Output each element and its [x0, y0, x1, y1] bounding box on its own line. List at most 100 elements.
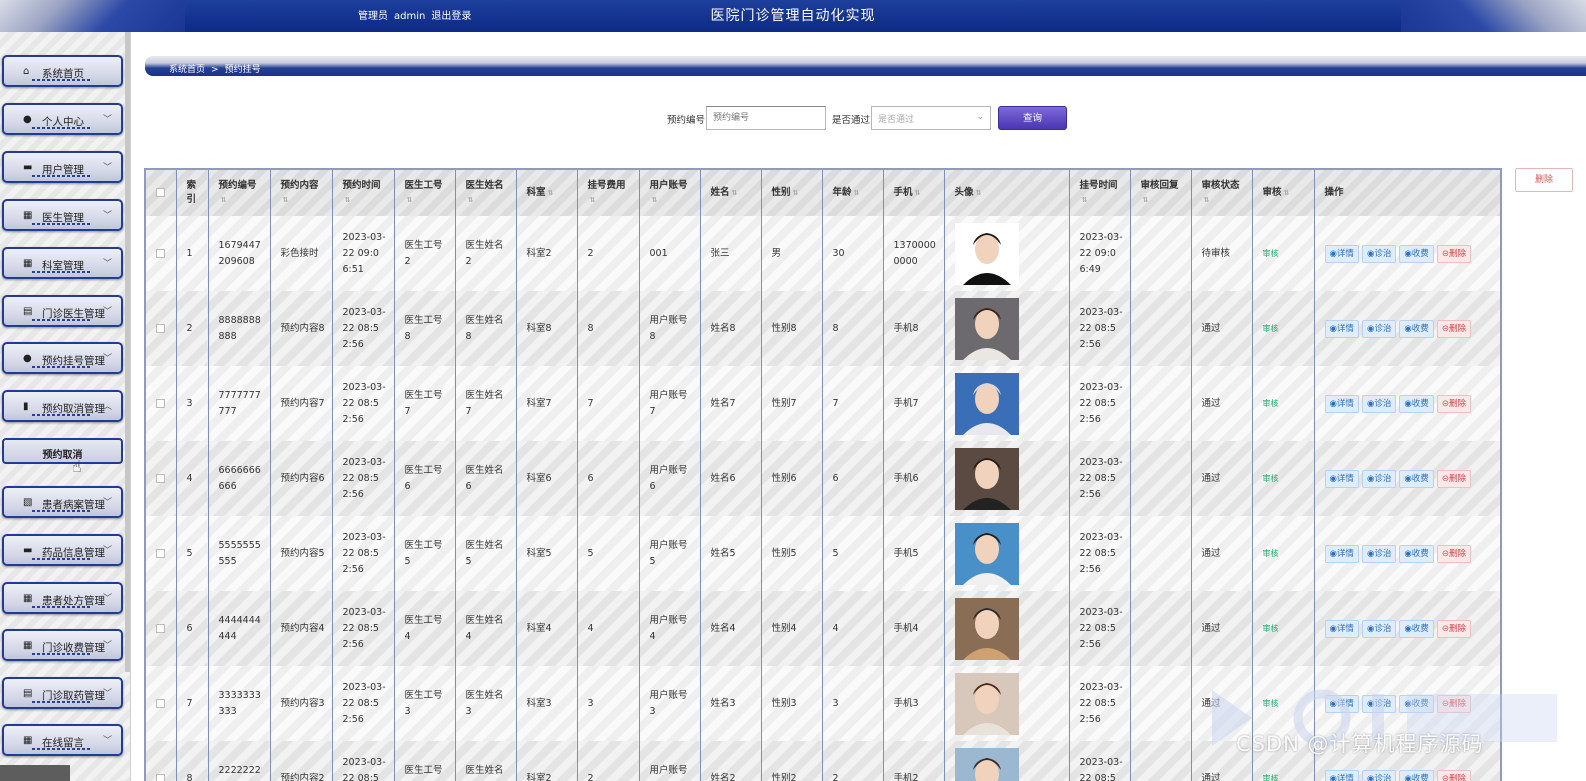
cell-audit[interactable]: 审核: [1252, 441, 1315, 516]
cell-audit[interactable]: 审核: [1252, 216, 1315, 291]
cell-audit[interactable]: 审核: [1252, 366, 1315, 441]
column-header[interactable]: 性别 ⇅: [761, 170, 823, 216]
charge-button[interactable]: ◉收费: [1399, 619, 1434, 638]
cell-audit[interactable]: 审核: [1252, 291, 1315, 366]
treat-button[interactable]: ◉诊治: [1361, 244, 1397, 263]
cell-audit[interactable]: 审核: [1252, 591, 1315, 666]
column-header[interactable]: 审核 ⇅: [1252, 170, 1315, 216]
sort-icon[interactable]: ⇅: [1143, 196, 1149, 204]
column-header[interactable]: 预约内容 ⇅: [270, 170, 333, 216]
treat-button[interactable]: ◉诊治: [1361, 319, 1397, 338]
charge-button[interactable]: ◉收费: [1399, 769, 1434, 781]
column-header[interactable]: 头像 ⇅: [944, 170, 1070, 216]
charge-button[interactable]: ◉收费: [1399, 244, 1434, 263]
sidebar-item[interactable]: ▦ 门诊收费管理 ﹀: [2, 629, 123, 661]
treat-button[interactable]: ◉诊治: [1361, 769, 1397, 781]
sort-icon[interactable]: ⇅: [221, 196, 227, 204]
menu-decoration: [32, 606, 92, 608]
delete-button[interactable]: ⊝删除: [1436, 244, 1471, 263]
sort-icon[interactable]: ⇅: [793, 189, 799, 197]
column-header[interactable]: 科室 ⇅: [516, 170, 578, 216]
sidebar-item[interactable]: ▦ 医生管理 ﹀: [2, 199, 123, 231]
row-checkbox[interactable]: [146, 591, 177, 666]
column-header[interactable]: 医生工号 ⇅: [394, 170, 456, 216]
sidebar-item[interactable]: ▬ 药品信息管理 ﹀: [2, 534, 123, 566]
sort-icon[interactable]: ⇅: [283, 196, 289, 204]
column-header[interactable]: 审核状态 ⇅: [1191, 170, 1253, 216]
detail-button[interactable]: ◉详情: [1324, 769, 1359, 781]
row-checkbox[interactable]: [146, 216, 177, 291]
detail-button[interactable]: ◉详情: [1324, 319, 1359, 338]
sort-icon[interactable]: ⇅: [548, 189, 554, 197]
column-header[interactable]: 预约编号 ⇅: [208, 170, 271, 216]
sidebar-item[interactable]: ● 预约挂号管理 ﹀: [2, 342, 123, 374]
row-checkbox[interactable]: [146, 516, 177, 591]
delete-button[interactable]: ⊝删除: [1436, 544, 1471, 563]
cell-time: 2023-03-22 08:52:56: [332, 741, 395, 781]
delete-button[interactable]: ⊝删除: [1436, 619, 1471, 638]
batch-delete-button[interactable]: 删除: [1515, 168, 1573, 192]
cell-audit[interactable]: 审核: [1252, 516, 1315, 591]
detail-button[interactable]: ◉详情: [1324, 619, 1359, 638]
sort-icon[interactable]: ⇅: [407, 196, 413, 204]
charge-button[interactable]: ◉收费: [1399, 319, 1434, 338]
detail-button[interactable]: ◉详情: [1324, 394, 1359, 413]
charge-button[interactable]: ◉收费: [1399, 544, 1434, 563]
column-header[interactable]: 审核回复 ⇅: [1130, 170, 1192, 216]
charge-button[interactable]: ◉收费: [1399, 469, 1434, 488]
charge-button[interactable]: ◉收费: [1399, 394, 1434, 413]
delete-button[interactable]: ⊝删除: [1436, 469, 1471, 488]
sidebar-item[interactable]: ▧ 患者病案管理 ﹀: [2, 486, 123, 518]
detail-button[interactable]: ◉详情: [1324, 244, 1359, 263]
eye-icon: ◉: [1404, 248, 1412, 259]
treat-button[interactable]: ◉诊治: [1361, 544, 1397, 563]
delete-button[interactable]: ⊝删除: [1436, 769, 1471, 781]
sort-icon[interactable]: ⇅: [1284, 189, 1290, 197]
detail-button[interactable]: ◉详情: [1324, 469, 1359, 488]
delete-button[interactable]: ⊝删除: [1436, 319, 1471, 338]
sidebar-item[interactable]: ▤ 门诊医生管理 ﹀: [2, 295, 123, 327]
sort-icon[interactable]: ⇅: [468, 196, 474, 204]
sort-icon[interactable]: ⇅: [732, 189, 738, 197]
select-all-checkbox[interactable]: [146, 170, 177, 216]
sort-icon[interactable]: ⇅: [1082, 196, 1088, 204]
column-header[interactable]: 姓名 ⇅: [700, 170, 762, 216]
treat-button[interactable]: ◉诊治: [1361, 469, 1397, 488]
row-checkbox[interactable]: [146, 741, 177, 781]
row-checkbox[interactable]: [146, 366, 177, 441]
delete-button[interactable]: ⊝删除: [1436, 394, 1471, 413]
sidebar-subitem-cancel[interactable]: 预约取消: [2, 438, 123, 464]
appointment-no-input[interactable]: [706, 106, 826, 130]
sidebar-item[interactable]: ▦ 患者处方管理 ﹀: [2, 582, 123, 614]
sidebar-item[interactable]: ▮ 预约取消管理 ︿: [2, 390, 123, 422]
approved-select[interactable]: 是否通过 ⌄: [871, 106, 991, 130]
treat-button[interactable]: ◉诊治: [1361, 394, 1397, 413]
sidebar-item[interactable]: ▬ 用户管理 ﹀: [2, 151, 123, 183]
row-checkbox[interactable]: [146, 291, 177, 366]
sort-icon[interactable]: ⇅: [854, 189, 860, 197]
column-header[interactable]: 年龄 ⇅: [822, 170, 884, 216]
sort-icon[interactable]: ⇅: [915, 189, 921, 197]
column-header[interactable]: 预约时间 ⇅: [332, 170, 395, 216]
treat-button[interactable]: ◉诊治: [1361, 619, 1397, 638]
detail-button[interactable]: ◉详情: [1324, 544, 1359, 563]
sort-icon[interactable]: ⇅: [976, 189, 982, 197]
query-button[interactable]: 查询: [998, 106, 1067, 130]
sort-icon[interactable]: ⇅: [652, 196, 658, 204]
column-header[interactable]: 用户账号 ⇅: [639, 170, 701, 216]
column-header[interactable]: 挂号费用 ⇅: [577, 170, 640, 216]
sidebar-item[interactable]: ▦ 在线留言 ﹀: [2, 724, 123, 756]
column-header[interactable]: 挂号时间 ⇅: [1069, 170, 1131, 216]
row-checkbox[interactable]: [146, 441, 177, 516]
breadcrumb-home[interactable]: 系统首页: [169, 65, 205, 75]
row-checkbox[interactable]: [146, 666, 177, 741]
column-header[interactable]: 手机 ⇅: [883, 170, 945, 216]
sort-icon[interactable]: ⇅: [590, 196, 596, 204]
sort-icon[interactable]: ⇅: [345, 196, 351, 204]
sidebar-item[interactable]: ⌂ 系统首页: [2, 55, 123, 87]
sidebar-item[interactable]: ▦ 科室管理 ﹀: [2, 247, 123, 279]
column-header[interactable]: 医生姓名 ⇅: [455, 170, 517, 216]
column-header[interactable]: 索引: [176, 170, 209, 216]
sort-icon[interactable]: ⇅: [1204, 196, 1210, 204]
sidebar-item[interactable]: ▤ 门诊取药管理 ﹀: [2, 677, 123, 709]
